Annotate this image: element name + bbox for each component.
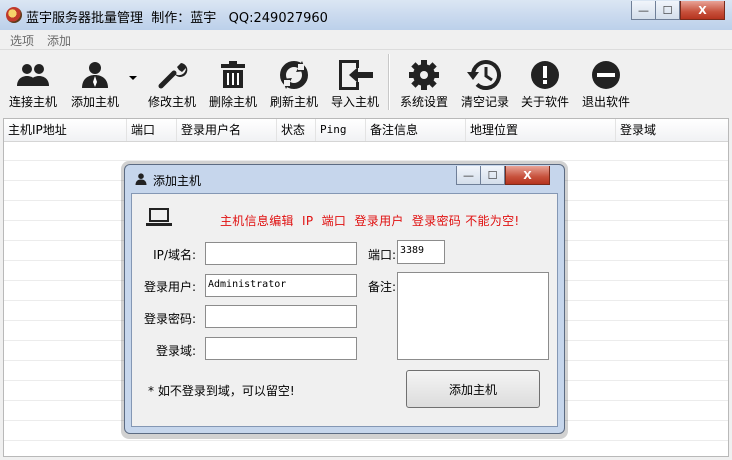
wrench-icon (152, 56, 192, 94)
column-header-ping[interactable]: Ping (316, 119, 366, 141)
add-host-button[interactable]: 添加主机 (68, 50, 122, 116)
system-settings-button[interactable]: 系统设置 (397, 50, 451, 116)
column-header-domain[interactable]: 登录域 (616, 119, 728, 141)
close-button[interactable]: X (680, 1, 725, 20)
connect-host-label: 连接主机 (8, 95, 57, 109)
history-icon (465, 56, 505, 94)
clear-log-button[interactable]: 清空记录 (458, 50, 512, 116)
exit-label: 退出软件 (581, 95, 630, 109)
menu-bar: 选项 添加 (0, 30, 732, 50)
laptop-icon (146, 208, 172, 226)
import-icon (335, 56, 375, 94)
column-header-status[interactable]: 状态 (277, 119, 316, 141)
menu-add[interactable]: 添加 (47, 32, 71, 49)
window-title: 蓝宇服务器批量管理 制作：蓝宇 QQ:249027960 (26, 11, 328, 26)
dialog-title-bar: 添加主机 — ☐ X (125, 165, 564, 193)
column-header-location[interactable]: 地理位置 (466, 119, 616, 141)
refresh-icon (274, 56, 314, 94)
domain-hint: * 如不登录到域，可以留空! (148, 384, 295, 398)
note-label: 备注: (367, 280, 396, 294)
about-label: 关于软件 (520, 95, 569, 109)
domain-input[interactable] (205, 337, 357, 360)
domain-label: 登录域: (155, 344, 196, 358)
validation-warning: 主机信息编辑 IP 端口 登录用户 登录密码 不能为空! (220, 214, 520, 228)
app-logo-icon (6, 7, 22, 23)
dialog-body: 主机信息编辑 IP 端口 登录用户 登录密码 不能为空! IP/域名: 端口: … (131, 193, 558, 427)
column-header-ip[interactable]: 主机IP地址 (4, 119, 127, 141)
column-header-note[interactable]: 备注信息 (366, 119, 466, 141)
user-input[interactable]: Administrator (205, 274, 357, 297)
port-input[interactable]: 3389 (397, 240, 445, 264)
info-icon (525, 56, 565, 94)
about-button[interactable]: 关于软件 (518, 50, 572, 116)
users-icon (13, 56, 53, 94)
dialog-maximize-button[interactable]: ☐ (480, 166, 505, 185)
port-label: 端口: (367, 248, 396, 262)
dialog-title: 添加主机 (153, 174, 202, 188)
add-host-submit-button[interactable]: 添加主机 (406, 370, 540, 408)
column-header-username[interactable]: 登录用户名 (177, 119, 277, 141)
ip-label: IP/域名: (153, 248, 196, 262)
edit-host-button[interactable]: 修改主机 (145, 50, 199, 116)
user-icon (135, 173, 147, 185)
ip-input[interactable] (205, 242, 357, 265)
trash-icon (213, 56, 253, 94)
menu-options[interactable]: 选项 (10, 32, 34, 49)
import-host-button[interactable]: 导入主机 (328, 50, 382, 116)
add-host-dialog: 添加主机 — ☐ X 主机信息编辑 IP 端口 登录用户 登录密码 不能为空! … (124, 164, 565, 434)
title-bar: 蓝宇服务器批量管理 制作：蓝宇 QQ:249027960 — ☐ X (0, 0, 732, 30)
host-list-header: 主机IP地址 端口 登录用户名 状态 Ping 备注信息 地理位置 登录域 (4, 119, 728, 142)
user-label: 登录用户: (143, 280, 196, 294)
dialog-close-button[interactable]: X (505, 166, 550, 185)
connect-host-button[interactable]: 连接主机 (6, 50, 60, 116)
toolbar: 连接主机 添加主机 修改主机 删除主机 刷新主机 导入主机 系统设置 清空记录 … (0, 50, 732, 116)
add-host-label: 添加主机 (70, 95, 119, 109)
exit-button[interactable]: 退出软件 (579, 50, 633, 116)
maximize-button[interactable]: ☐ (655, 1, 680, 20)
delete-host-button[interactable]: 删除主机 (206, 50, 260, 116)
refresh-host-label: 刷新主机 (269, 95, 318, 109)
dialog-minimize-button[interactable]: — (456, 166, 481, 185)
exit-icon (586, 56, 626, 94)
user-add-icon (75, 56, 115, 94)
import-host-label: 导入主机 (330, 95, 379, 109)
password-input[interactable] (205, 305, 357, 328)
system-settings-label: 系统设置 (399, 95, 448, 109)
edit-host-label: 修改主机 (147, 95, 196, 109)
clear-log-label: 清空记录 (460, 95, 509, 109)
column-header-port[interactable]: 端口 (127, 119, 177, 141)
refresh-host-button[interactable]: 刷新主机 (267, 50, 321, 116)
gear-icon (404, 56, 444, 94)
toolbar-separator (388, 54, 390, 110)
minimize-button[interactable]: — (631, 1, 656, 20)
delete-host-label: 删除主机 (208, 95, 257, 109)
note-textarea[interactable] (397, 272, 549, 360)
add-host-dropdown-arrow[interactable] (129, 76, 137, 80)
password-label: 登录密码: (143, 312, 196, 326)
